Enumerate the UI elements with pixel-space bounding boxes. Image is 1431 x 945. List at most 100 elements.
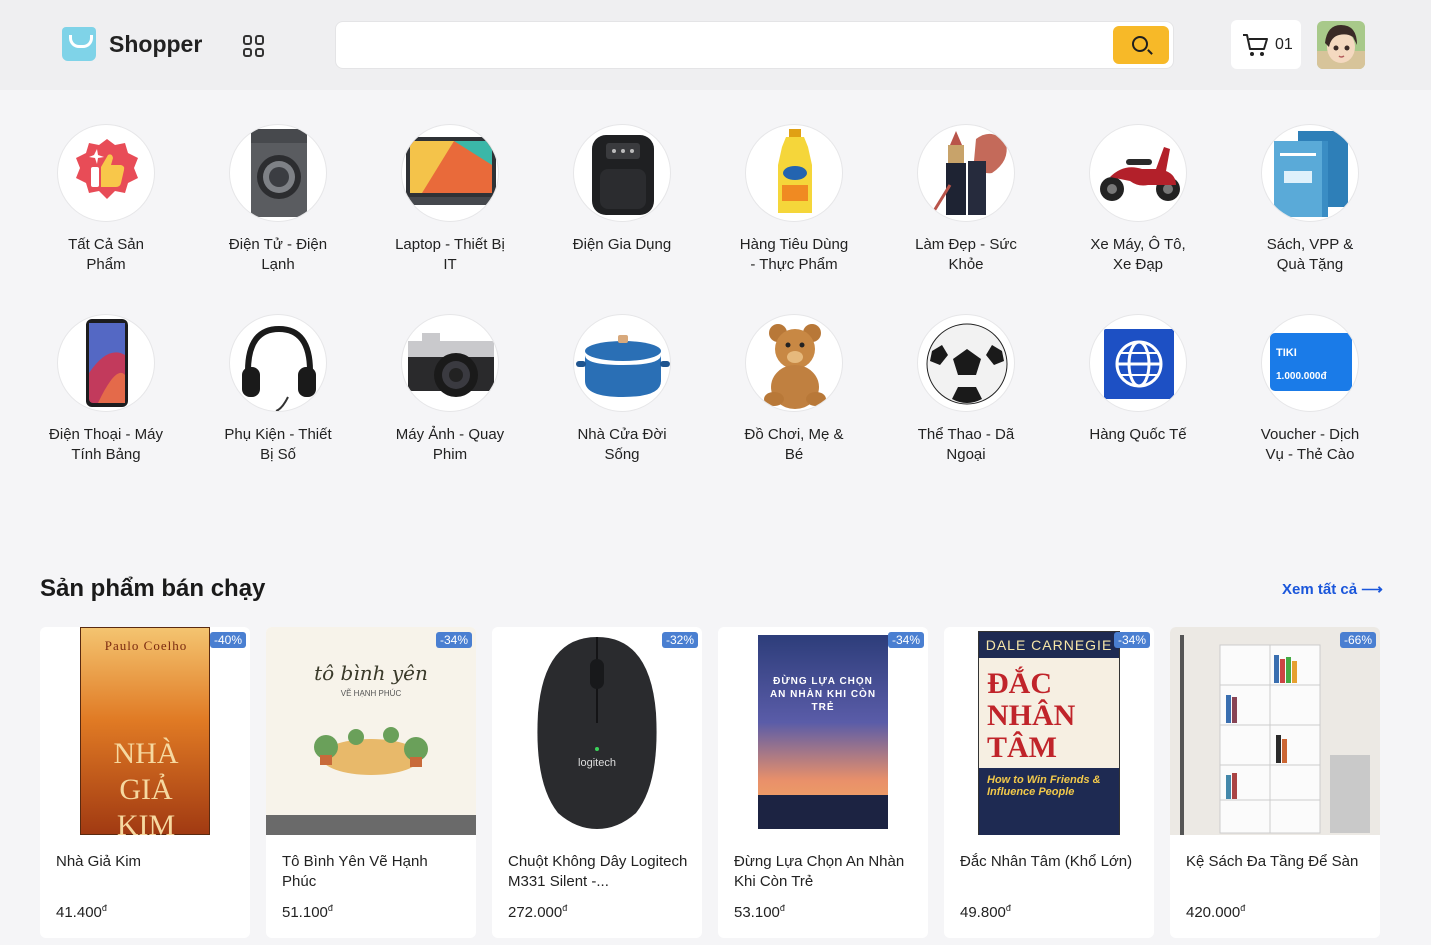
discount-badge: -34% xyxy=(1113,632,1150,648)
category-laptop[interactable]: Laptop - Thiết Bị IT xyxy=(364,124,536,275)
product-price: 272.000đ xyxy=(508,903,568,921)
cover-author: DALE CARNEGIE xyxy=(979,632,1119,658)
category-phones[interactable]: Điện Thoại - Máy Tính Bảng xyxy=(20,314,192,465)
product-name: Đắc Nhân Tâm (Khổ Lớn) xyxy=(960,853,1133,870)
search-bar xyxy=(335,21,1174,69)
discount-badge: -40% xyxy=(209,632,246,648)
soccer-ball-icon xyxy=(917,314,1015,412)
product-image: Paulo Coelho NHÀ GIẢ KIM -40% xyxy=(40,627,250,835)
category-label: Máy Ảnh - Quay Phim xyxy=(395,426,505,463)
washing-machine-icon xyxy=(229,124,327,222)
cover-title: tô bình yên xyxy=(314,661,428,685)
books-icon xyxy=(1261,124,1359,222)
cart-button[interactable]: 01 xyxy=(1231,20,1301,69)
cover-author: Paulo Coelho xyxy=(104,638,188,653)
category-home-appliances[interactable]: Điện Gia Dụng xyxy=(536,124,708,255)
category-label: Nhà Cửa Đời Sống xyxy=(577,426,667,463)
smartphone-icon xyxy=(57,314,155,412)
product-image: logitech -32% xyxy=(492,627,702,835)
category-all-products[interactable]: Tất Cả Sản Phẩm xyxy=(20,124,192,275)
product-name: Nhà Giả Kim xyxy=(56,853,142,870)
logo[interactable]: Shopper xyxy=(62,27,202,61)
category-books[interactable]: Sách, VPP & Quà Tặng xyxy=(1224,124,1396,275)
section-title: Sản phẩm bán chạy xyxy=(40,575,266,602)
arrow-right-icon: ⟶ xyxy=(1361,581,1383,598)
product-price: 41.400đ xyxy=(56,903,107,921)
category-label: Đồ Chơi, Mẹ & Bé xyxy=(744,426,844,463)
product-card[interactable]: DALE CARNEGIE ĐẮC NHÂN TÂM How to Win Fr… xyxy=(944,627,1154,938)
category-beauty[interactable]: Làm Đẹp - Sức Khỏe xyxy=(880,124,1052,275)
category-sports[interactable]: Thể Thao - Dã Ngoại xyxy=(880,314,1052,465)
thumbs-up-badge-icon xyxy=(57,124,155,222)
category-vehicles[interactable]: Xe Máy, Ô Tô, Xe Đạp xyxy=(1052,124,1224,275)
voucher-amount: 1.000.000đ xyxy=(1276,371,1327,382)
product-image: ĐỪNG LỰA CHỌN AN NHÀN KHI CÒN TRẺ -34% xyxy=(718,627,928,835)
discount-badge: -34% xyxy=(887,632,924,648)
search-icon xyxy=(1132,36,1148,52)
category-label: Thể Thao - Dã Ngoại xyxy=(917,426,1015,463)
header: Shopper 01 xyxy=(0,0,1431,90)
product-price: 420.000đ xyxy=(1186,903,1246,921)
product-card[interactable]: Paulo Coelho NHÀ GIẢ KIM -40% Nhà Giả Ki… xyxy=(40,627,250,938)
cover-title: NHÀ GIẢ KIM xyxy=(113,737,179,835)
category-label: Điện Gia Dụng xyxy=(572,236,672,253)
product-card[interactable]: logitech -32% Chuột Không Dây Logitech M… xyxy=(492,627,702,938)
voucher-card-icon: TIKI 1.000.000đ xyxy=(1261,314,1359,412)
motorbike-icon xyxy=(1089,124,1187,222)
category-label: Điện Tử - Điện Lạnh xyxy=(228,236,328,273)
product-image: -66% xyxy=(1170,627,1380,835)
globe-icon xyxy=(1089,314,1187,412)
category-label: Sách, VPP & Quà Tặng xyxy=(1266,236,1354,273)
air-fryer-icon xyxy=(573,124,671,222)
category-label: Làm Đẹp - Sức Khỏe xyxy=(915,236,1017,273)
see-all-link[interactable]: Xem tất cả ⟶ xyxy=(1282,580,1383,598)
headphones-icon xyxy=(229,314,327,412)
cart-count: 01 xyxy=(1275,35,1293,53)
category-label: Xe Máy, Ô Tô, Xe Đạp xyxy=(1090,236,1186,273)
lipstick-icon xyxy=(917,124,1015,222)
product-image: tô bình yên VẼ HẠNH PHÚC -34% xyxy=(266,627,476,835)
category-label: Phụ Kiện - Thiết Bị Số xyxy=(224,426,332,463)
laptop-icon xyxy=(401,124,499,222)
category-home-living[interactable]: Nhà Cửa Đời Sống xyxy=(536,314,708,465)
product-card[interactable]: ĐỪNG LỰA CHỌN AN NHÀN KHI CÒN TRẺ -34% Đ… xyxy=(718,627,928,938)
category-label: Hàng Quốc Tế xyxy=(1089,426,1187,443)
product-price: 51.100đ xyxy=(282,903,333,921)
product-card[interactable]: tô bình yên VẼ HẠNH PHÚC -34% Tô Bình Yê… xyxy=(266,627,476,938)
product-card[interactable]: -66% Kệ Sách Đa Tầng Để Sàn 420.000đ xyxy=(1170,627,1380,938)
product-name: Chuột Không Dây Logitech M331 Silent -..… xyxy=(508,853,688,890)
category-label: Laptop - Thiết Bị IT xyxy=(395,236,505,273)
category-international[interactable]: Hàng Quốc Tế xyxy=(1052,314,1224,445)
cover-title: ĐẮC NHÂN TÂM xyxy=(987,667,1076,764)
category-voucher[interactable]: TIKI 1.000.000đ Voucher - Dịch Vụ - Thẻ … xyxy=(1224,314,1396,465)
category-toys[interactable]: Đồ Chơi, Mẹ & Bé xyxy=(708,314,880,465)
discount-badge: -32% xyxy=(661,632,698,648)
category-cameras[interactable]: Máy Ảnh - Quay Phim xyxy=(364,314,536,465)
cart-icon xyxy=(1243,33,1268,56)
category-consumer-goods[interactable]: Hàng Tiêu Dùng - Thực Phẩm xyxy=(708,124,880,275)
cover-subtitle: VẼ HẠNH PHÚC xyxy=(340,689,402,698)
category-label: Tất Cả Sản Phẩm xyxy=(68,236,144,273)
category-electronics[interactable]: Điện Tử - Điện Lạnh xyxy=(192,124,364,275)
product-name: Tô Bình Yên Vẽ Hạnh Phúc xyxy=(282,853,428,890)
search-input[interactable] xyxy=(350,34,1100,58)
teddy-bear-icon xyxy=(745,314,843,412)
see-all-label: Xem tất cả xyxy=(1282,581,1358,598)
category-label: Điện Thoại - Máy Tính Bảng xyxy=(49,426,163,463)
cooking-pot-icon xyxy=(573,314,671,412)
logo-text: Shopper xyxy=(109,30,203,57)
voucher-brand: TIKI xyxy=(1276,347,1297,359)
product-price: 49.800đ xyxy=(960,903,1011,921)
product-price: 53.100đ xyxy=(734,903,785,921)
product-name: Đừng Lựa Chọn An Nhàn Khi Còn Trẻ xyxy=(734,853,905,890)
category-accessories[interactable]: Phụ Kiện - Thiết Bị Số xyxy=(192,314,364,465)
category-label: Voucher - Dịch Vụ - Thẻ Cào xyxy=(1260,426,1360,463)
category-label: Hàng Tiêu Dùng - Thực Phẩm xyxy=(739,236,849,273)
cover-subtitle: How to Win Friends & Influence People xyxy=(979,768,1119,835)
avatar[interactable] xyxy=(1317,21,1365,69)
shopping-bag-icon xyxy=(62,27,96,61)
cover-title: ĐỪNG LỰA CHỌN AN NHÀN KHI CÒN TRẺ xyxy=(769,676,877,713)
category-grid-icon[interactable] xyxy=(243,35,265,57)
product-image: DALE CARNEGIE ĐẮC NHÂN TÂM How to Win Fr… xyxy=(944,627,1154,835)
search-button[interactable] xyxy=(1113,26,1169,64)
